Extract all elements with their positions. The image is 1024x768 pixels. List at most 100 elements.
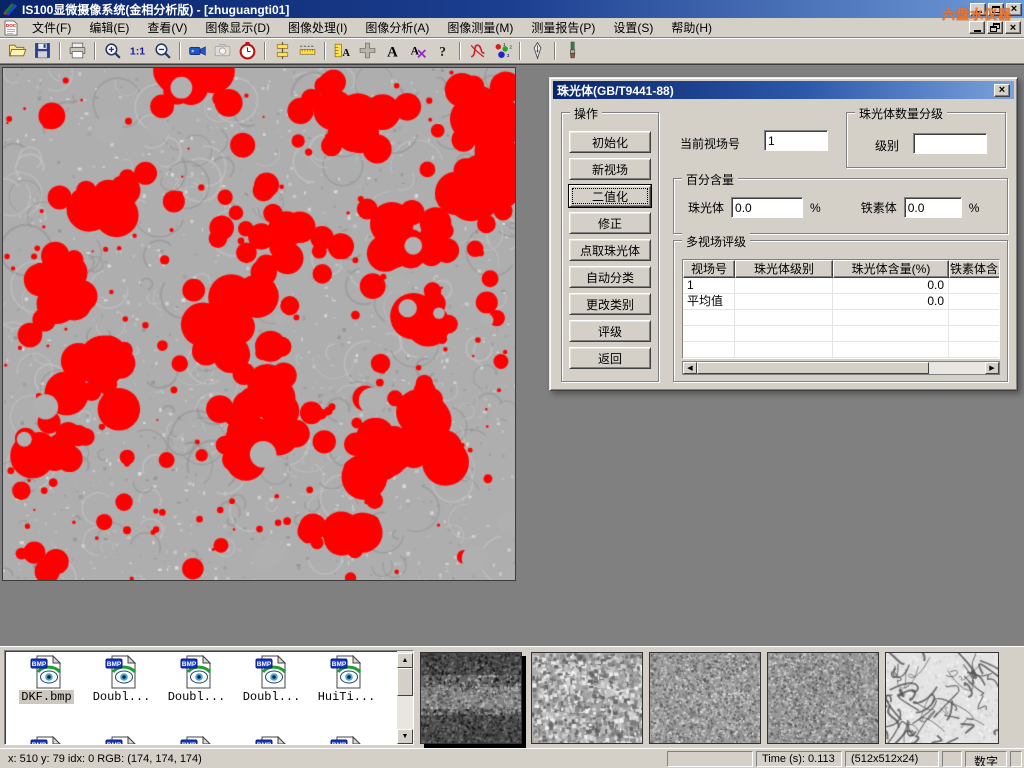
dialog-button-binarize[interactable]: 二值化 (569, 185, 651, 207)
file-item[interactable]: BMP (9, 736, 84, 745)
dialog-button-pick-pearlite[interactable]: 点取珠光体 (569, 239, 651, 261)
file-item[interactable]: BMP (309, 736, 384, 745)
tool-video-camera[interactable] (185, 40, 210, 62)
menu-item-settings[interactable]: 设置(S) (604, 17, 662, 38)
file-item[interactable]: BMPHuiTi... (309, 655, 384, 704)
tool-save[interactable] (30, 40, 55, 62)
scrollbar-thumb[interactable] (397, 668, 413, 696)
file-item[interactable]: BMPDoubl... (84, 655, 159, 704)
minimize-icon (974, 30, 981, 32)
scroll-right-icon[interactable]: ▶ (985, 362, 999, 374)
tool-help[interactable]: ? (430, 40, 455, 62)
tool-zoom-out[interactable] (150, 40, 175, 62)
close-button[interactable]: × (1006, 3, 1022, 16)
tool-pen[interactable] (525, 40, 550, 62)
file-item[interactable]: BMP (84, 736, 159, 745)
grid-row[interactable] (683, 326, 999, 342)
menu-item-image-display[interactable]: 图像显示(D) (196, 17, 279, 38)
app-icon (2, 1, 18, 17)
thumbnail-4[interactable] (767, 652, 879, 744)
metallographic-image[interactable] (2, 67, 516, 581)
timer-icon (238, 41, 257, 60)
minimize-button[interactable] (970, 3, 986, 16)
grade-input[interactable] (913, 133, 987, 154)
svg-text:BMP: BMP (106, 742, 121, 745)
tool-brush[interactable] (560, 40, 585, 62)
file-list-scrollbar[interactable]: ▲ ▼ (397, 651, 413, 744)
menu-item-help[interactable]: 帮助(H) (662, 17, 721, 38)
dialog-button-auto-classify[interactable]: 自动分类 (569, 266, 651, 288)
toolbar-separator (554, 42, 556, 60)
tool-calibration-points[interactable]: 123 (490, 40, 515, 62)
scrollbar-thumb[interactable] (697, 362, 929, 374)
tool-actual-size[interactable]: 1:1 (125, 40, 150, 62)
tool-delete-text[interactable]: A (405, 40, 430, 62)
dialog-title-bar[interactable]: 珠光体(GB/T9441-88) × (553, 81, 1014, 99)
grid-row[interactable] (683, 342, 999, 358)
maximize-button[interactable] (988, 3, 1004, 16)
tool-measure-text[interactable]: A (330, 40, 355, 62)
file-list[interactable]: BMPDKF.bmpBMPDoubl...BMPDoubl...BMPDoubl… (4, 650, 414, 745)
menu-item-file[interactable]: 文件(F) (23, 17, 80, 38)
dialog-title: 珠光体(GB/T9441-88) (557, 82, 674, 99)
mdi-minimize-button[interactable] (969, 21, 985, 34)
grid-cell: 0.0 (833, 278, 949, 293)
dialog-button-new-field[interactable]: 新视场 (569, 158, 651, 180)
group-label: 珠光体数量分级 (855, 105, 947, 122)
grid-header-3[interactable]: 铁素体含量(%) (949, 260, 1000, 278)
grid-row[interactable] (683, 310, 999, 326)
file-item[interactable]: BMP (234, 736, 309, 745)
dialog-close-button[interactable]: × (994, 84, 1010, 97)
scroll-left-icon[interactable]: ◀ (683, 362, 697, 374)
grid-header-0[interactable]: 视场号 (683, 260, 735, 278)
pearlite-percent-input[interactable] (731, 197, 803, 218)
current-field-input[interactable] (764, 130, 828, 151)
mdi-restore-button[interactable] (987, 21, 1003, 34)
tool-camera[interactable] (210, 40, 235, 62)
file-item[interactable]: BMPDoubl... (159, 655, 234, 704)
menu-item-image-process[interactable]: 图像处理(I) (279, 17, 356, 38)
file-item[interactable]: BMP (159, 736, 234, 745)
menu-item-image-measure[interactable]: 图像测量(M) (438, 17, 522, 38)
menu-item-view[interactable]: 查看(V) (138, 17, 196, 38)
thumbnail-1[interactable] (420, 652, 522, 744)
grid-row[interactable]: 10.0 (683, 278, 999, 294)
dialog-button-correct[interactable]: 修正 (569, 212, 651, 234)
tool-text[interactable]: A (380, 40, 405, 62)
grid-row[interactable]: 平均值0.0 (683, 294, 999, 310)
dialog-button-grade[interactable]: 评级 (569, 320, 651, 342)
scroll-up-icon[interactable]: ▲ (397, 653, 413, 668)
tool-zoom-in[interactable] (100, 40, 125, 62)
svg-text:BMP: BMP (256, 661, 271, 668)
file-item[interactable]: BMPDKF.bmp (9, 655, 84, 704)
tool-spline-curve[interactable] (465, 40, 490, 62)
grid-header-1[interactable]: 珠光体级别 (735, 260, 833, 278)
dialog-button-init[interactable]: 初始化 (569, 131, 651, 153)
tool-print[interactable] (65, 40, 90, 62)
cursor-status: x: 510 y: 79 idx: 0 RGB: (174, 174, 174) (2, 751, 664, 767)
scroll-down-icon[interactable]: ▼ (397, 729, 413, 744)
toolbar-separator (94, 42, 96, 60)
file-item[interactable]: BMPDoubl... (234, 655, 309, 704)
grid-horizontal-scrollbar[interactable]: ◀ ▶ (682, 361, 1000, 375)
menu-item-image-analysis[interactable]: 图像分析(A) (356, 17, 438, 38)
tool-timer[interactable] (235, 40, 260, 62)
menu-item-measure-report[interactable]: 测量报告(P) (522, 17, 604, 38)
dialog-button-return[interactable]: 返回 (569, 347, 651, 369)
group-label: 百分含量 (682, 171, 738, 188)
tool-caliper-vertical[interactable] (270, 40, 295, 62)
tool-move-cross[interactable] (355, 40, 380, 62)
thumbnail-3[interactable] (649, 652, 761, 744)
thumbnail-2[interactable] (531, 652, 643, 744)
grid-header-2[interactable]: 珠光体含量(%) (833, 260, 949, 278)
menu-item-edit[interactable]: 编辑(E) (80, 17, 138, 38)
zoom-out-icon (153, 41, 172, 60)
tool-open[interactable] (5, 40, 30, 62)
ferrite-percent-input[interactable] (904, 197, 962, 218)
thumbnail-5[interactable] (885, 652, 999, 744)
dialog-button-change-class[interactable]: 更改类别 (569, 293, 651, 315)
tool-ruler-horizontal[interactable] (295, 40, 320, 62)
document-icon[interactable]: DOC (3, 20, 19, 36)
mdi-close-button[interactable]: × (1005, 21, 1021, 34)
ferrite-label: 铁素体 (861, 199, 897, 216)
